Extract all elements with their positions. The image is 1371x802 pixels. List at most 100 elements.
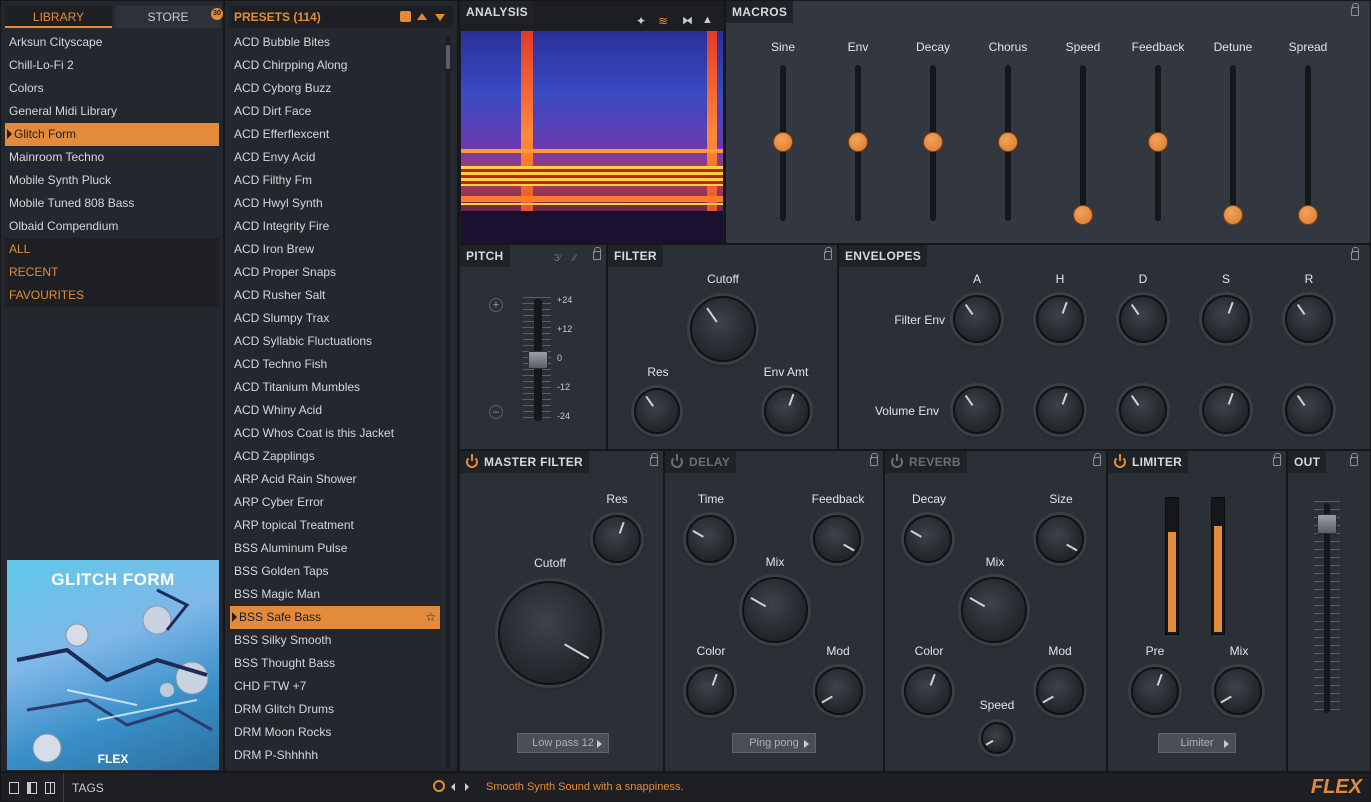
reverb-color-knob[interactable] bbox=[904, 667, 952, 715]
stereo-view-icon[interactable]: ⧓ bbox=[682, 14, 693, 27]
scrollbar-thumb[interactable] bbox=[446, 45, 450, 69]
preset-item[interactable]: ACD Slumpy Trax bbox=[230, 307, 440, 330]
volume-env-r-knob[interactable] bbox=[1285, 386, 1333, 434]
macro-slider-handle[interactable] bbox=[773, 132, 793, 152]
delay-mod-knob[interactable] bbox=[815, 667, 863, 715]
favourite-star-icon[interactable]: ☆ bbox=[425, 606, 436, 629]
preset-item[interactable]: ACD Syllabic Fluctuations bbox=[230, 330, 440, 353]
reverb-mod-knob[interactable] bbox=[1036, 667, 1084, 715]
envelopes-lock-icon[interactable] bbox=[1351, 247, 1359, 260]
macros-lock-icon[interactable] bbox=[1351, 3, 1359, 16]
master-cutoff-knob[interactable] bbox=[498, 581, 602, 685]
macro-slider-handle[interactable] bbox=[998, 132, 1018, 152]
preset-item[interactable]: ARP Acid Rain Shower bbox=[230, 468, 440, 491]
prev-preset-icon[interactable] bbox=[417, 13, 427, 20]
macro-slider[interactable] bbox=[1073, 65, 1093, 225]
pitch-bend-handle[interactable] bbox=[528, 351, 548, 369]
preset-scrollbar[interactable] bbox=[446, 35, 450, 769]
peaks-view-icon[interactable]: ▲ bbox=[702, 14, 713, 26]
macro-slider-handle[interactable] bbox=[923, 132, 943, 152]
preset-item[interactable]: ACD Integrity Fire bbox=[230, 215, 440, 238]
macro-slider[interactable] bbox=[1223, 65, 1243, 225]
tab-library[interactable]: LIBRARY bbox=[5, 6, 112, 28]
delay-mix-knob[interactable] bbox=[742, 577, 808, 643]
filter-env-a-knob[interactable] bbox=[953, 295, 1001, 343]
master-filter-power-icon[interactable] bbox=[466, 454, 478, 468]
preset-item[interactable]: ACD Titanium Mumbles bbox=[230, 376, 440, 399]
layout-grid-icon[interactable] bbox=[45, 782, 55, 794]
collapse-left-icon[interactable] bbox=[451, 783, 455, 791]
volume-env-a-knob[interactable] bbox=[953, 386, 1001, 434]
reverb-lock-icon[interactable] bbox=[1093, 453, 1101, 466]
delay-power-icon[interactable] bbox=[671, 454, 683, 468]
layout-single-icon[interactable] bbox=[9, 782, 19, 794]
expand-right-icon[interactable] bbox=[465, 783, 469, 791]
search-icon[interactable] bbox=[433, 780, 445, 792]
out-lock-icon[interactable] bbox=[1350, 453, 1358, 466]
waveform-view-icon[interactable]: ✦ bbox=[636, 14, 646, 28]
layout-split-icon[interactable] bbox=[27, 782, 37, 794]
reverb-decay-knob[interactable] bbox=[904, 515, 952, 563]
master-filter-type-dropdown[interactable]: Low pass 12 bbox=[517, 733, 609, 753]
reverb-power-icon[interactable] bbox=[891, 454, 903, 468]
filter-env-s-knob[interactable] bbox=[1202, 295, 1250, 343]
macro-slider[interactable] bbox=[848, 65, 868, 221]
pitch-up-button[interactable]: + bbox=[489, 298, 503, 312]
tags-area[interactable]: TAGS bbox=[63, 773, 459, 802]
preset-item[interactable]: CHD FTW +7 bbox=[230, 675, 440, 698]
macro-slider-handle[interactable] bbox=[1223, 205, 1243, 225]
limiter-mode-dropdown[interactable]: Limiter bbox=[1158, 733, 1236, 753]
library-item[interactable]: Colors bbox=[5, 77, 219, 100]
macro-slider[interactable] bbox=[998, 65, 1018, 221]
limiter-mix-knob[interactable] bbox=[1214, 667, 1262, 715]
master-res-knob[interactable] bbox=[593, 515, 641, 563]
library-item[interactable]: Chill-Lo-Fi 2 bbox=[5, 54, 219, 77]
preset-item[interactable]: ACD Chirpping Along bbox=[230, 54, 440, 77]
preset-item[interactable]: BSS Golden Taps bbox=[230, 560, 440, 583]
preset-item[interactable]: ACD Whiny Acid bbox=[230, 399, 440, 422]
limiter-power-icon[interactable] bbox=[1114, 454, 1126, 468]
preset-item[interactable]: BSS Thought Bass bbox=[230, 652, 440, 675]
preset-item[interactable]: ACD Whos Coat is this Jacket bbox=[230, 422, 440, 445]
macro-slider-handle[interactable] bbox=[1073, 205, 1093, 225]
reverb-mix-knob[interactable] bbox=[961, 577, 1027, 643]
preset-item[interactable]: ACD Envy Acid bbox=[230, 146, 440, 169]
preset-item[interactable]: ARP topical Treatment bbox=[230, 514, 440, 537]
preset-item[interactable]: ACD Iron Brew bbox=[230, 238, 440, 261]
delay-mode-dropdown[interactable]: Ping pong bbox=[732, 733, 816, 753]
pitch-lock-icon[interactable] bbox=[593, 247, 601, 260]
random-dice-icon[interactable] bbox=[400, 11, 411, 22]
preset-item[interactable]: BSS Magic Man bbox=[230, 583, 440, 606]
preset-item[interactable]: ACD Rusher Salt bbox=[230, 284, 440, 307]
glide-icon[interactable]: ⁄⁄ bbox=[573, 253, 576, 264]
filter-env-amt-knob[interactable] bbox=[764, 388, 810, 434]
library-filter-recent[interactable]: RECENT bbox=[5, 261, 219, 284]
macro-slider[interactable] bbox=[923, 65, 943, 221]
volume-env-s-knob[interactable] bbox=[1202, 386, 1250, 434]
preset-item[interactable]: ACD Hwyl Synth bbox=[230, 192, 440, 215]
delay-time-knob[interactable] bbox=[686, 515, 734, 563]
library-item[interactable]: Arksun Cityscape bbox=[5, 31, 219, 54]
preset-item[interactable]: ACD Zapplings bbox=[230, 445, 440, 468]
library-item[interactable]: Olbaid Compendium bbox=[5, 215, 219, 238]
library-item[interactable]: Glitch Form bbox=[5, 123, 219, 146]
filter-env-d-knob[interactable] bbox=[1119, 295, 1167, 343]
macro-slider-handle[interactable] bbox=[1298, 205, 1318, 225]
volume-env-h-knob[interactable] bbox=[1036, 386, 1084, 434]
output-level-handle[interactable] bbox=[1317, 514, 1337, 535]
output-level-slider[interactable] bbox=[1317, 503, 1337, 713]
preset-item[interactable]: ACD Filthy Fm bbox=[230, 169, 440, 192]
volume-env-d-knob[interactable] bbox=[1119, 386, 1167, 434]
preset-item[interactable]: BSS Aluminum Pulse bbox=[230, 537, 440, 560]
preset-item[interactable]: BSS Silky Smooth bbox=[230, 629, 440, 652]
library-item[interactable]: Mobile Tuned 808 Bass bbox=[5, 192, 219, 215]
filter-lock-icon[interactable] bbox=[824, 247, 832, 260]
pitch-bend-slider[interactable] bbox=[528, 299, 548, 421]
preset-item[interactable]: ACD Techno Fish bbox=[230, 353, 440, 376]
filter-cutoff-knob[interactable] bbox=[690, 296, 756, 362]
pitch-down-button[interactable]: – bbox=[489, 405, 503, 419]
preset-item[interactable]: DRM Moon Rocks bbox=[230, 721, 440, 744]
preset-item[interactable]: ACD Dirt Face bbox=[230, 100, 440, 123]
macro-slider-handle[interactable] bbox=[1148, 132, 1168, 152]
library-item[interactable]: General Midi Library bbox=[5, 100, 219, 123]
